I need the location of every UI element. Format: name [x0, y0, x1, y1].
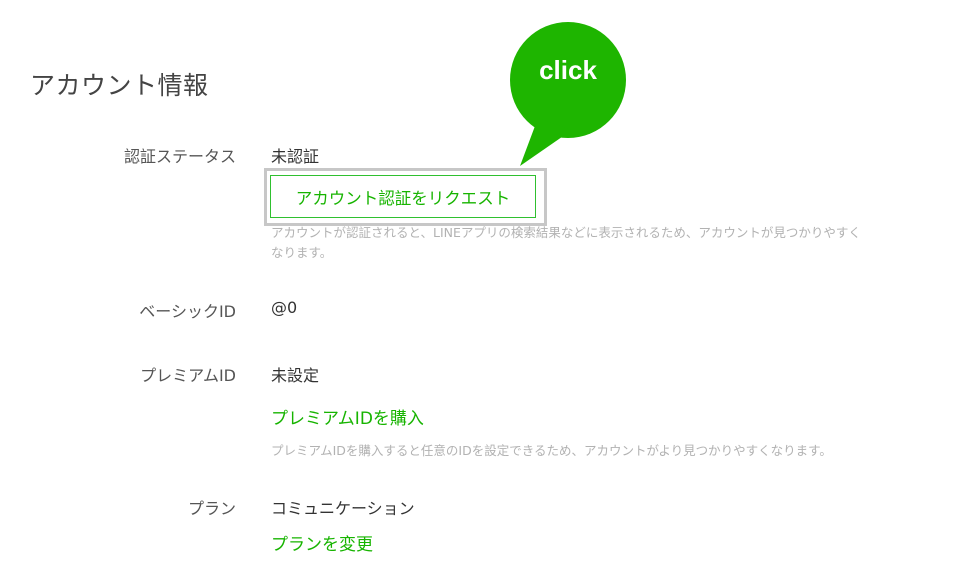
- basic-id-label: ベーシックID: [139, 302, 236, 321]
- plan-value: コミュニケーション: [271, 499, 415, 518]
- premium-id-help-text: プレミアムIDを購入すると任意のIDを設定できるため、アカウントがより見つかりや…: [271, 443, 832, 458]
- change-plan-link[interactable]: プランを変更: [271, 530, 373, 555]
- callout-text: click: [539, 55, 597, 85]
- premium-id-label: プレミアムID: [140, 366, 236, 385]
- verification-help-text: アカウントが認証されると、LINEアプリの検索結果などに表示されるため、アカウン…: [271, 223, 861, 263]
- verification-help-line-1: アカウントが認証されると、LINEアプリの検索結果などに表示されるため、アカウン…: [271, 225, 861, 240]
- buy-premium-id-link[interactable]: プレミアムIDを購入: [271, 404, 424, 429]
- verification-help-line-2: なります。: [271, 245, 333, 260]
- request-verification-button[interactable]: アカウント認証をリクエスト: [270, 175, 536, 218]
- premium-id-value: 未設定: [271, 366, 320, 385]
- verification-status-label: 認証ステータス: [123, 147, 236, 166]
- plan-label: プラン: [187, 499, 236, 518]
- basic-id-value: @0: [271, 298, 298, 317]
- verification-status-value: 未認証: [271, 147, 320, 166]
